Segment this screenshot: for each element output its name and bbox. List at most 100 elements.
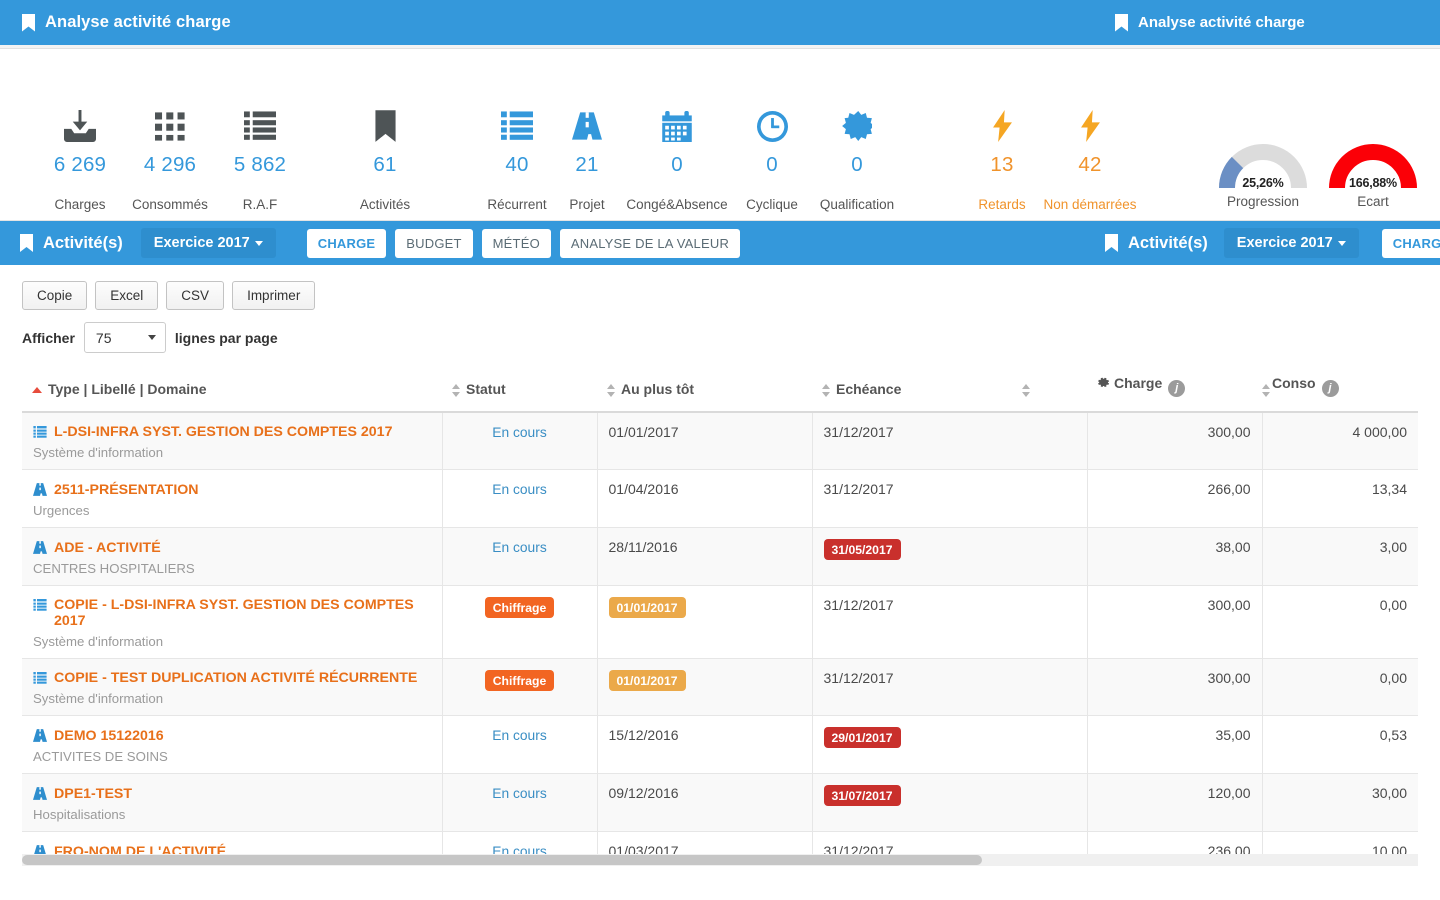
- col-echeance[interactable]: Echéance: [812, 369, 1012, 413]
- charge-value: 300,00: [1207, 670, 1251, 686]
- list-icon: [33, 672, 47, 688]
- bookmark-icon: [1105, 234, 1118, 252]
- cell-activity: 2511-PRÉSENTATION Urgences: [22, 469, 443, 528]
- col-conso[interactable]: Conso j: [1262, 369, 1418, 413]
- excel-button[interactable]: Excel: [95, 281, 159, 310]
- section-bar-right-group: Activité(s) Exercice 2017 CHARGE BUDG: [1105, 228, 1440, 258]
- cell-conso: 0,00: [1262, 585, 1418, 659]
- activity-link[interactable]: ADE - ACTIVITÉ: [33, 539, 431, 556]
- col-charge[interactable]: Charge j: [1087, 369, 1252, 413]
- road-icon: [33, 729, 47, 746]
- activity-domain: Système d'information: [33, 445, 164, 460]
- conso-value: 4 000,00: [1352, 424, 1408, 440]
- cell-statut: En cours: [442, 773, 598, 832]
- charge-value: 300,00: [1207, 424, 1251, 440]
- col-type-libelle-domaine[interactable]: Type | Libellé | Domaine: [22, 369, 442, 413]
- cell-echeance: 31/12/2017: [812, 658, 1088, 716]
- conso-value: 13,34: [1371, 481, 1407, 497]
- cell-au-plus-tot: 01/01/2017: [597, 585, 813, 659]
- activity-link[interactable]: COPIE - TEST DUPLICATION ACTIVITÉ RÉCURR…: [33, 670, 431, 686]
- sort-toggle-icon: [1262, 383, 1271, 397]
- kpi-activites[interactable]: 61 Activités: [325, 107, 445, 212]
- sort-toggle-icon: [607, 383, 616, 397]
- tab-analyse-valeur[interactable]: ANALYSE DE LA VALEUR: [559, 228, 741, 258]
- echeance-value: 31/12/2017: [823, 597, 894, 613]
- exercice-selector[interactable]: Exercice 2017: [140, 228, 276, 258]
- gauge-progression-label: Progression: [1226, 194, 1300, 209]
- table-row[interactable]: COPIE - L-DSI-INFRA SYST. GESTION DES CO…: [22, 585, 1418, 659]
- cell-conso: 30,00: [1262, 773, 1418, 832]
- charge-info-icon[interactable]: j: [1168, 380, 1186, 397]
- cell-charge: 120,00: [1087, 773, 1263, 832]
- app-title-secondary: Analyse activité charge: [1115, 14, 1305, 32]
- cell-charge: 300,00: [1087, 585, 1263, 659]
- table-row[interactable]: L-DSI-INFRA SYST. GESTION DES COMPTES 20…: [22, 412, 1418, 470]
- conso-info-icon[interactable]: j: [1321, 380, 1339, 397]
- table-row[interactable]: DPE1-TEST Hospitalisations En cours 09/1…: [22, 773, 1418, 832]
- kpi-non-demarrees-value: 42: [1078, 153, 1102, 176]
- page-size-prefix-label: Afficher: [22, 329, 75, 346]
- chevron-down-icon: [254, 240, 263, 246]
- au-plus-tot-badge: 01/01/2017: [608, 670, 686, 691]
- table-row[interactable]: DEMO 15122016 ACTIVITES DE SOINS En cour…: [22, 715, 1418, 774]
- kpi-qualification[interactable]: 0 Qualification: [797, 107, 917, 212]
- col-au-plus-tot-label: Au plus tôt: [621, 381, 695, 397]
- col-spacer-2[interactable]: [1252, 369, 1270, 413]
- page-size-row: Afficher 75 lignes par page: [22, 322, 1418, 353]
- list-icon: [33, 599, 47, 615]
- activity-link[interactable]: COPIE - L-DSI-INFRA SYST. GESTION DES CO…: [33, 597, 431, 629]
- tab-budget[interactable]: BUDGET: [395, 228, 473, 258]
- statut-value[interactable]: En cours: [492, 482, 546, 497]
- activity-link[interactable]: DPE1-TEST: [33, 785, 431, 802]
- page-size-value: 75: [95, 329, 112, 346]
- tab-charge-duplicate[interactable]: CHARGE: [1381, 228, 1440, 258]
- horizontal-scrollbar[interactable]: [22, 854, 1418, 866]
- copy-button[interactable]: Copie: [22, 281, 88, 310]
- table-row[interactable]: 2511-PRÉSENTATION Urgences En cours 01/0…: [22, 469, 1418, 528]
- page-size-select[interactable]: 75: [83, 322, 166, 353]
- list-icon: [33, 426, 47, 442]
- horizontal-scrollbar-thumb[interactable]: [22, 855, 982, 865]
- col-au-plus-tot[interactable]: Au plus tôt: [597, 369, 812, 413]
- cell-statut: En cours: [442, 469, 598, 528]
- activity-title: 2511-PRÉSENTATION: [54, 482, 199, 498]
- statut-value[interactable]: En cours: [492, 425, 546, 440]
- tab-meteo[interactable]: MÉTÉO: [481, 228, 551, 258]
- statut-badge: Chiffrage: [484, 597, 555, 618]
- conso-value: 3,00: [1379, 539, 1407, 555]
- kpi-raf[interactable]: 5 862 R.A.F: [200, 107, 320, 212]
- cell-statut: Chiffrage: [442, 585, 598, 659]
- cell-echeance: 31/05/2017: [812, 527, 1088, 586]
- cell-statut: En cours: [442, 412, 598, 470]
- section-title-duplicate: Activité(s): [1105, 234, 1208, 253]
- col-echeance-label: Echéance: [836, 381, 902, 397]
- charge-value: 35,00: [1215, 727, 1251, 743]
- sort-toggle-icon: [822, 383, 831, 397]
- conso-value: 0,00: [1379, 670, 1407, 686]
- table-row[interactable]: COPIE - TEST DUPLICATION ACTIVITÉ RÉCURR…: [22, 658, 1418, 716]
- col-statut[interactable]: Statut: [442, 369, 597, 413]
- statut-value[interactable]: En cours: [492, 728, 546, 743]
- kpi-non-demarrees[interactable]: 42 Non démarrées: [1030, 107, 1150, 212]
- activity-link[interactable]: L-DSI-INFRA SYST. GESTION DES COMPTES 20…: [33, 424, 431, 440]
- activity-title: DPE1-TEST: [54, 786, 133, 802]
- cell-activity: COPIE - TEST DUPLICATION ACTIVITÉ RÉCURR…: [22, 658, 443, 716]
- col-spacer-1[interactable]: [1012, 369, 1087, 413]
- gauge-progression-dial: 25,26%: [1219, 144, 1307, 190]
- statut-value[interactable]: En cours: [492, 540, 546, 555]
- col-conso-label: Conso: [1272, 375, 1316, 391]
- bookmark-icon: [22, 14, 35, 32]
- gauge-progression: 25,26% Progression: [1203, 144, 1323, 209]
- exercice-selector-duplicate[interactable]: Exercice 2017: [1223, 228, 1359, 258]
- statut-value[interactable]: En cours: [492, 786, 546, 801]
- activity-link[interactable]: 2511-PRÉSENTATION: [33, 481, 431, 498]
- table-row[interactable]: ADE - ACTIVITÉ CENTRES HOSPITALIERS En c…: [22, 527, 1418, 586]
- activity-link[interactable]: DEMO 15122016: [33, 727, 431, 744]
- section-title-text: Activité(s): [43, 233, 123, 252]
- echeance-badge: 31/07/2017: [823, 785, 901, 806]
- tab-charge[interactable]: CHARGE: [306, 228, 387, 258]
- activity-title: DEMO 15122016: [54, 728, 164, 744]
- print-button[interactable]: Imprimer: [232, 281, 316, 310]
- csv-button[interactable]: CSV: [166, 281, 225, 310]
- exercice-selector-label: Exercice 2017: [153, 235, 250, 251]
